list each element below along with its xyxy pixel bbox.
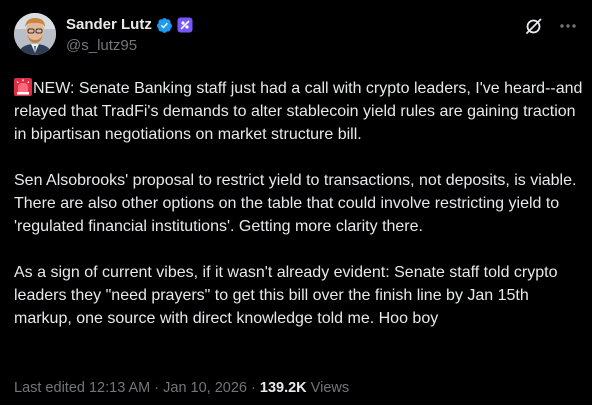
meta-separator: · [247,380,260,396]
siren-emoji-icon [14,78,32,96]
avatar[interactable] [14,13,56,55]
tweet-text: NEW: Senate Banking staff just had a cal… [14,77,584,330]
views-count[interactable]: 139.2K [260,380,307,396]
affiliate-badge-icon[interactable] [177,17,193,33]
grok-icon[interactable] [524,16,544,36]
tweet-date-link[interactable]: Jan 10, 2026 [163,380,247,396]
author-display-name[interactable]: Sander Lutz [66,15,152,35]
verified-badge-icon[interactable] [156,17,173,34]
tweet-paragraph-2: Sen Alsobrooks' proposal to restrict yie… [14,172,577,235]
views-label: Views [306,380,350,396]
tweet-paragraph-1-text: NEW: Senate Banking staff just had a cal… [14,80,583,143]
tweet-card: Sander Lutz @s_lutz95 NEW: Senate Bankin… [0,0,592,405]
tweet-meta: Last edited 12:13 AM · Jan 10, 2026 · 13… [14,378,349,398]
edited-timestamp-link[interactable]: Last edited 12:13 AM [14,380,150,396]
tweet-paragraph-3: As a sign of current vibes, if it wasn't… [14,264,558,327]
author-name-row: Sander Lutz [66,15,193,35]
tweet-paragraph-1: NEW: Senate Banking staff just had a cal… [14,77,584,146]
meta-separator: · [150,380,164,396]
author-handle[interactable]: @s_lutz95 [66,36,137,56]
avatar-image [14,13,56,55]
tweet-top-actions [524,16,578,36]
more-options-icon[interactable] [558,16,578,36]
